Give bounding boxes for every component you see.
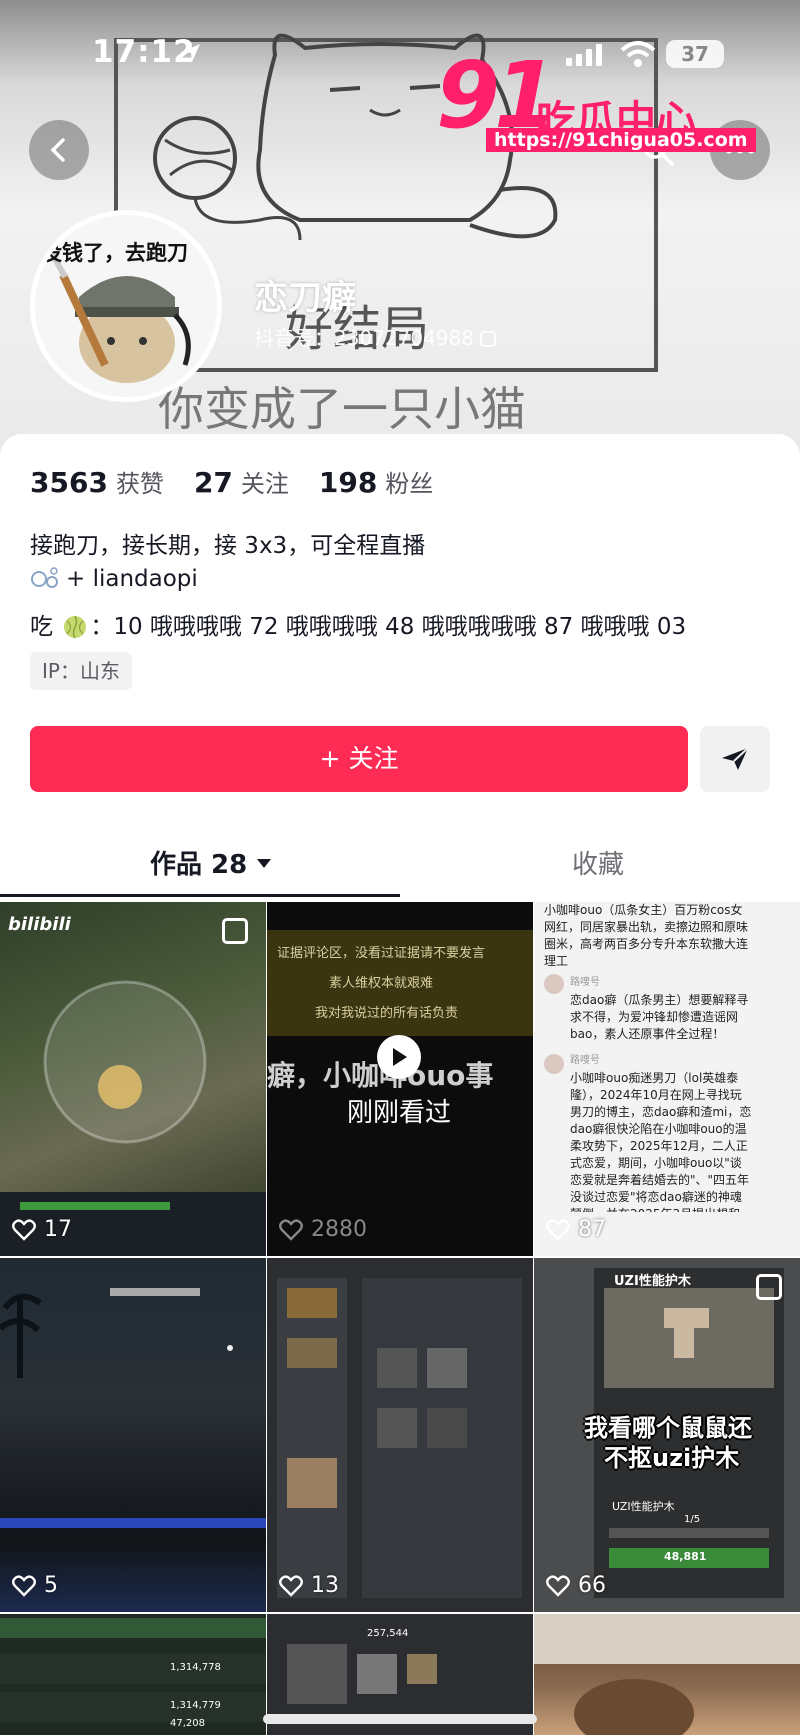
multi-image-icon bbox=[756, 1274, 782, 1300]
caption-line-2: 素人维权本就艰难 bbox=[329, 976, 434, 991]
doc-name-2: 路嗖号 bbox=[570, 1055, 600, 1066]
trade-value-1: 1,314,778 bbox=[170, 1662, 221, 1673]
bio-line-2-text: + liandaopi bbox=[66, 566, 198, 592]
bubbles-icon bbox=[31, 567, 58, 588]
trade-value-3: 47,208 bbox=[170, 1718, 205, 1729]
caption-line-3: 我对我说过的所有话负责 bbox=[315, 1006, 459, 1021]
video-thumbnail[interactable]: 5 bbox=[0, 1258, 266, 1612]
video-thumbnail[interactable]: 1,314,778 1,314,779 47,208 bbox=[0, 1614, 266, 1735]
night-scene-graphic bbox=[0, 1288, 266, 1528]
bio-line-3-text: ：10 哦哦哦哦 72 哦哦哦哦 48 哦哦哦哦哦 87 哦哦哦 03 bbox=[90, 614, 687, 640]
douyin-id[interactable]: 抖音号：23072704988 bbox=[254, 322, 496, 351]
avatar-caption: 没钱了，去跑刀 bbox=[41, 241, 188, 265]
douyin-id-text: 抖音号：23072704988 bbox=[254, 326, 474, 350]
chevron-left-icon bbox=[50, 138, 65, 162]
site-watermark: 91 吃瓜中心 https://91chigua05.com bbox=[436, 50, 756, 160]
like-count: 87 bbox=[546, 1217, 606, 1242]
melon-icon bbox=[64, 615, 87, 639]
item-title: UZI性能护木 bbox=[614, 1274, 691, 1289]
like-count: 66 bbox=[546, 1573, 606, 1598]
stat-likes: 3563 获赞 bbox=[30, 464, 164, 499]
caret-down-icon bbox=[257, 859, 272, 868]
like-count-text: 17 bbox=[44, 1217, 72, 1242]
tab-favorites[interactable]: 收藏 bbox=[572, 844, 624, 881]
inventory-value: 257,544 bbox=[367, 1628, 409, 1639]
doc-name-1: 路嗖号 bbox=[570, 977, 600, 988]
like-count-text: 13 bbox=[311, 1573, 339, 1598]
avatar[interactable]: 没钱了，去跑刀 bbox=[30, 210, 222, 402]
like-count-text: 66 bbox=[578, 1573, 606, 1598]
like-count: 13 bbox=[279, 1573, 339, 1598]
copy-icon bbox=[479, 331, 496, 347]
item-label: UZI性能护木 bbox=[612, 1500, 675, 1513]
play-button[interactable] bbox=[377, 1035, 421, 1079]
stat-following[interactable]: 27 关注 bbox=[194, 464, 289, 499]
works-grid: bilibili 17 证据评论区，没看过证据请不要发言 素人维权本就艰难 我对… bbox=[0, 902, 800, 1735]
like-count-text: 5 bbox=[44, 1573, 58, 1598]
photo-graphic bbox=[534, 1614, 800, 1735]
like-count: 2880 bbox=[279, 1217, 367, 1242]
like-count: 5 bbox=[12, 1573, 58, 1598]
bio-line-3: 吃 ：10 哦哦哦哦 72 哦哦哦哦 48 哦哦哦哦哦 87 哦哦哦 03 bbox=[30, 607, 686, 641]
trade-value-2: 1,314,779 bbox=[170, 1700, 221, 1711]
profile-nickname: 恋刀癖 bbox=[254, 278, 356, 318]
heart-outline-icon bbox=[12, 1218, 36, 1241]
heart-outline-icon bbox=[546, 1574, 570, 1597]
ip-location-tag: IP：山东 bbox=[30, 652, 132, 690]
stat-likes-label: 获赞 bbox=[115, 470, 164, 498]
home-indicator bbox=[263, 1714, 537, 1724]
inventory-grid-graphic bbox=[277, 1278, 522, 1598]
item-qty: 1/5 bbox=[684, 1514, 701, 1525]
stat-followers[interactable]: 198 粉丝 bbox=[319, 464, 433, 499]
watched-label: 刚刚看过 bbox=[347, 1098, 452, 1128]
doc-paragraph-2: 恋dao癖（瓜条男主）想要解释寻求不得，为爱冲锋却惨遭造谣网bao，素人还原事件… bbox=[570, 993, 749, 1041]
heart-outline-icon bbox=[279, 1218, 303, 1241]
video-thumbnail[interactable] bbox=[534, 1614, 800, 1735]
stat-followers-count: 198 bbox=[318, 466, 378, 499]
profile-tabs: 作品 28 收藏 bbox=[0, 830, 800, 900]
location-arrow-icon bbox=[182, 44, 200, 62]
stat-following-count: 27 bbox=[193, 466, 233, 499]
like-count-text: 87 bbox=[578, 1217, 606, 1242]
trade-screen-graphic bbox=[0, 1618, 266, 1722]
like-count-text: 2880 bbox=[311, 1217, 367, 1242]
video-thumbnail[interactable]: 13 bbox=[267, 1258, 533, 1612]
share-button[interactable] bbox=[700, 726, 770, 792]
tab-works-label: 作品 28 bbox=[150, 850, 248, 880]
multi-image-icon bbox=[222, 918, 248, 944]
caption-line-2: 不抠uzi护木 bbox=[604, 1444, 740, 1472]
doc-paragraph-1: 小咖啡ouo（瓜条女主）百万粉cos女网红，同居家暴出轨，卖擦边照和原味圈米，高… bbox=[544, 903, 749, 968]
bio-line-1: 接跑刀，接长期，接 3x3，可全程直播 bbox=[30, 533, 426, 559]
profile-stats: 3563 获赞 27 关注 198 粉丝 bbox=[30, 464, 463, 499]
play-icon bbox=[393, 1048, 407, 1066]
heart-outline-icon bbox=[546, 1218, 570, 1241]
bilibili-badge: bilibili bbox=[8, 914, 71, 935]
doc-avatar-2 bbox=[544, 1054, 564, 1074]
watermark-url: https://91chigua05.com bbox=[486, 128, 756, 152]
tab-works[interactable]: 作品 28 bbox=[150, 844, 272, 881]
follow-button[interactable]: + 关注 bbox=[30, 726, 688, 792]
video-thumbnail[interactable]: 小咖啡ouo（瓜条女主）百万粉cos女网红，同居家暴出轨，卖擦边照和原味圈米，高… bbox=[534, 902, 800, 1256]
video-thumbnail[interactable]: bilibili 17 bbox=[0, 902, 266, 1256]
like-count: 17 bbox=[12, 1217, 72, 1242]
send-arrow-icon bbox=[722, 747, 749, 770]
game-scene-graphic bbox=[0, 980, 266, 1256]
active-tab-indicator bbox=[0, 894, 400, 897]
video-thumbnail[interactable]: 证据评论区，没看过证据请不要发言 素人维权本就艰难 我对我说过的所有话负责 癖，… bbox=[267, 902, 533, 1256]
stat-likes-count: 3563 bbox=[30, 466, 108, 499]
heart-outline-icon bbox=[279, 1574, 303, 1597]
bio-line-3-prefix: 吃 bbox=[30, 614, 53, 640]
item-price: 48,881 bbox=[664, 1550, 707, 1563]
doc-paragraph-3: 小咖啡ouo痴迷男刀（lol英雄泰隆），2024年10月在网上寻找玩男刀的博主，… bbox=[570, 1071, 752, 1212]
video-thumbnail[interactable]: UZI性能护木 我看哪个鼠鼠还 不抠uzi护木 UZI性能护木 1/5 48,8… bbox=[534, 1258, 800, 1612]
back-button[interactable] bbox=[29, 120, 89, 180]
doc-avatar-1 bbox=[544, 974, 564, 994]
caption-line-1: 证据评论区，没看过证据请不要发言 bbox=[277, 946, 486, 961]
profile-banner: 好结局 你变成了一只小猫 17:12 37 91 吃瓜中心 https://91… bbox=[0, 0, 800, 470]
stat-following-label: 关注 bbox=[240, 470, 289, 498]
stat-followers-label: 粉丝 bbox=[385, 470, 434, 498]
bio-line-2: + liandaopi bbox=[30, 566, 198, 592]
heart-outline-icon bbox=[12, 1574, 36, 1597]
